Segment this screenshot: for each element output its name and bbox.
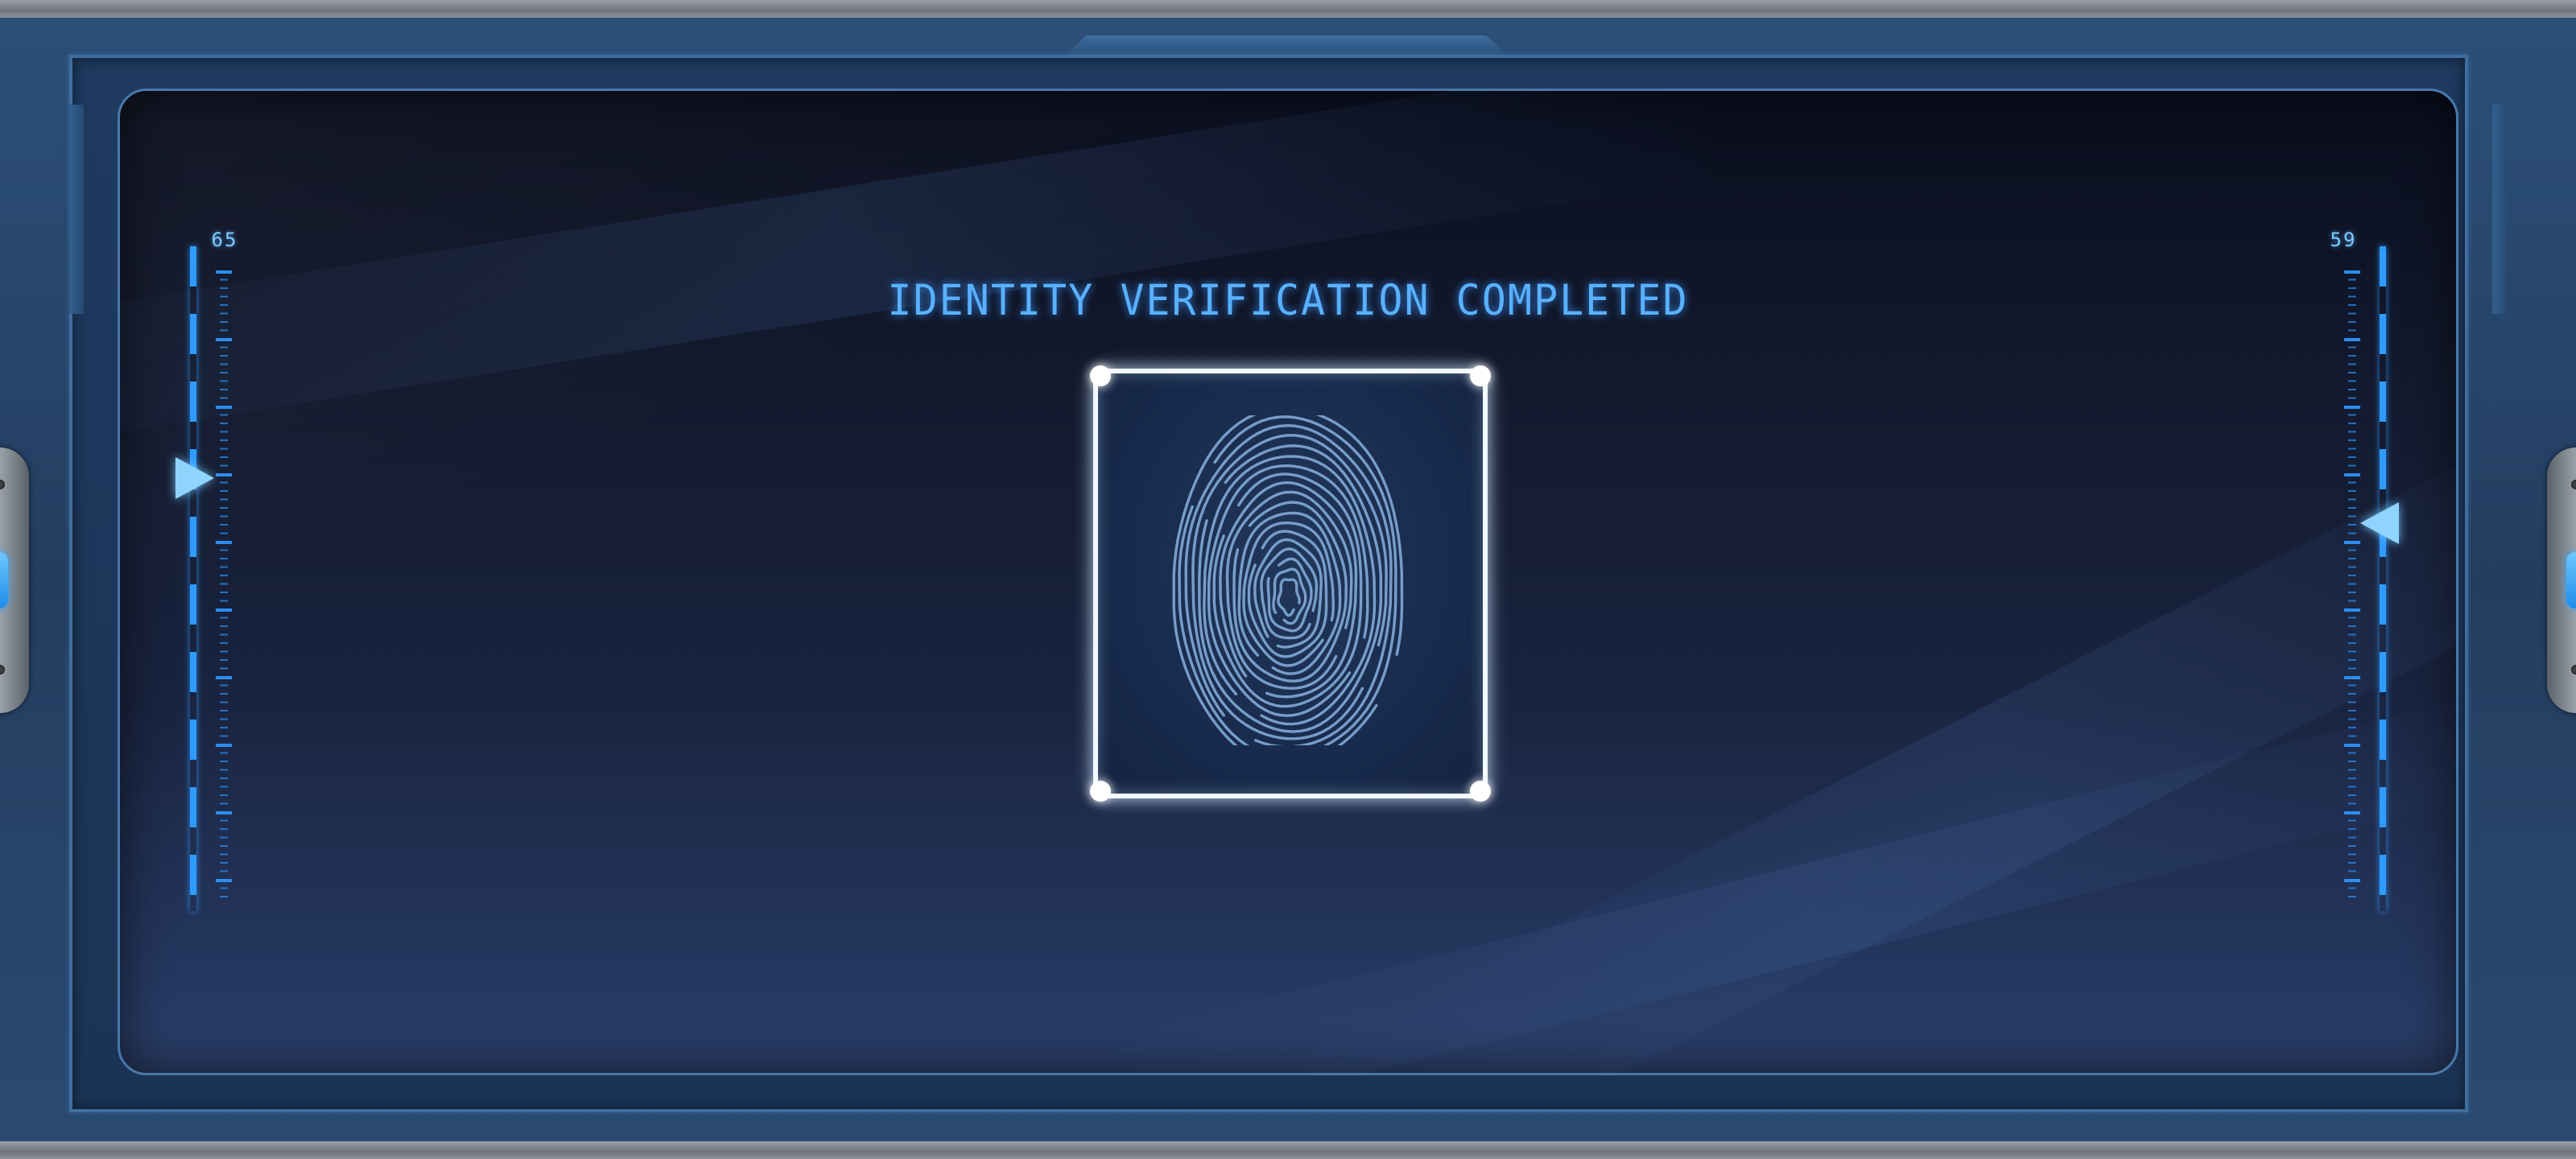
fingerprint-ridge	[1203, 455, 1377, 726]
right-gauge-pointer-icon	[2360, 502, 2399, 544]
fingerprint-ridge	[1277, 578, 1301, 617]
fingerprint-icon	[1172, 415, 1404, 745]
frame-notch-right	[2492, 105, 2507, 314]
right-gauge-ticks	[2344, 270, 2360, 898]
left-gauge-ticks	[216, 270, 232, 898]
verification-status-title: IDENTITY VERIFICATION COMPLETED	[887, 275, 1689, 325]
right-gauge: 59	[2326, 229, 2391, 916]
screw-icon	[0, 480, 5, 489]
right-gauge-bar	[2380, 246, 2386, 911]
light-streak	[1365, 401, 2456, 1073]
scanner-corner	[1090, 781, 1111, 802]
left-gauge-bar	[190, 246, 196, 911]
scanner-corner	[1470, 781, 1491, 802]
right-latch	[2547, 448, 2576, 713]
scanner-corner	[1470, 365, 1491, 386]
fingerprint-ridge	[1191, 434, 1388, 740]
scanner-corner	[1090, 365, 1111, 386]
left-gauge-pointer-icon	[175, 457, 214, 499]
right-gauge-value: 59	[2330, 229, 2357, 251]
fingerprint-ridge	[1232, 501, 1348, 683]
latch-indicator-light	[2566, 552, 2576, 608]
screw-icon	[2571, 480, 2576, 489]
left-latch	[0, 448, 29, 713]
screw-icon	[0, 665, 5, 674]
left-gauge-value: 65	[211, 229, 238, 251]
bottom-metal-strip	[0, 1141, 2576, 1159]
top-metal-strip	[0, 0, 2576, 18]
latch-indicator-light	[0, 552, 8, 608]
fingerprint-scanner[interactable]	[1090, 365, 1491, 802]
screw-icon	[2571, 665, 2576, 674]
frame-notch-left	[69, 105, 84, 314]
left-gauge: 65	[187, 229, 251, 916]
